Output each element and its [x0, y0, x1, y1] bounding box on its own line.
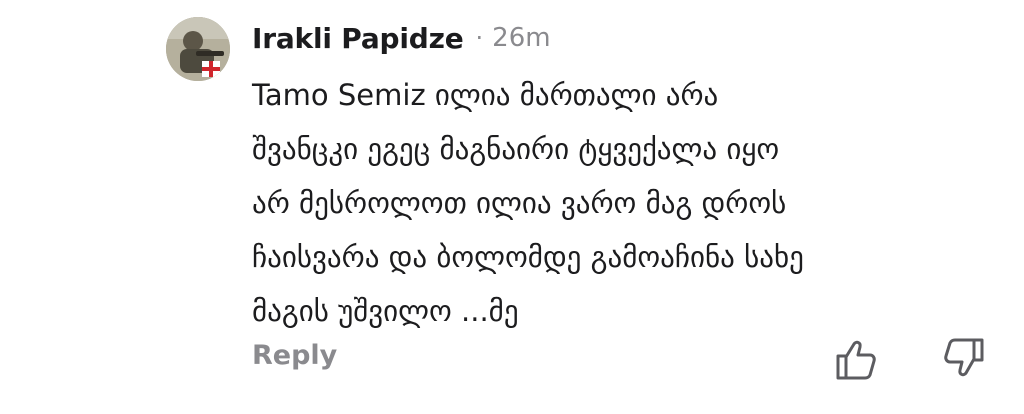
reply-button[interactable]: Reply: [252, 340, 337, 371]
comment-line: ჩაისვარა და ბოლომდე გამოაჩინა სახე: [252, 240, 804, 274]
comment-line: შვანცკი ეგეც მაგნაირი ტყვექალა იყო: [252, 132, 780, 166]
header-separator: ·: [475, 24, 484, 52]
thumbs-down-icon: [944, 338, 984, 377]
comment-line: არ მესროლოთ ილია ვარო მაგ დროს: [252, 186, 787, 220]
comment-line: Tamo Semiz ილია მართალი არა: [252, 78, 719, 112]
dislike-button[interactable]: [940, 334, 988, 382]
thumbs-up-icon: [836, 340, 876, 380]
comment-body: Tamo Semiz ილია მართალი არა შვანცკი ეგეც…: [252, 68, 1002, 338]
comment-header: Irakli Papidze · 26m: [252, 18, 551, 58]
author-name[interactable]: Irakli Papidze: [252, 22, 464, 55]
author-avatar[interactable]: [166, 17, 230, 81]
comment-timestamp: 26m: [492, 23, 551, 53]
like-button[interactable]: [832, 336, 880, 384]
comment-line: მაგის უშვილო ...მე: [252, 294, 519, 328]
comment: Irakli Papidze · 26m Tamo Semiz ილია მარ…: [0, 0, 1024, 414]
avatar-photo-icon: [166, 17, 230, 81]
